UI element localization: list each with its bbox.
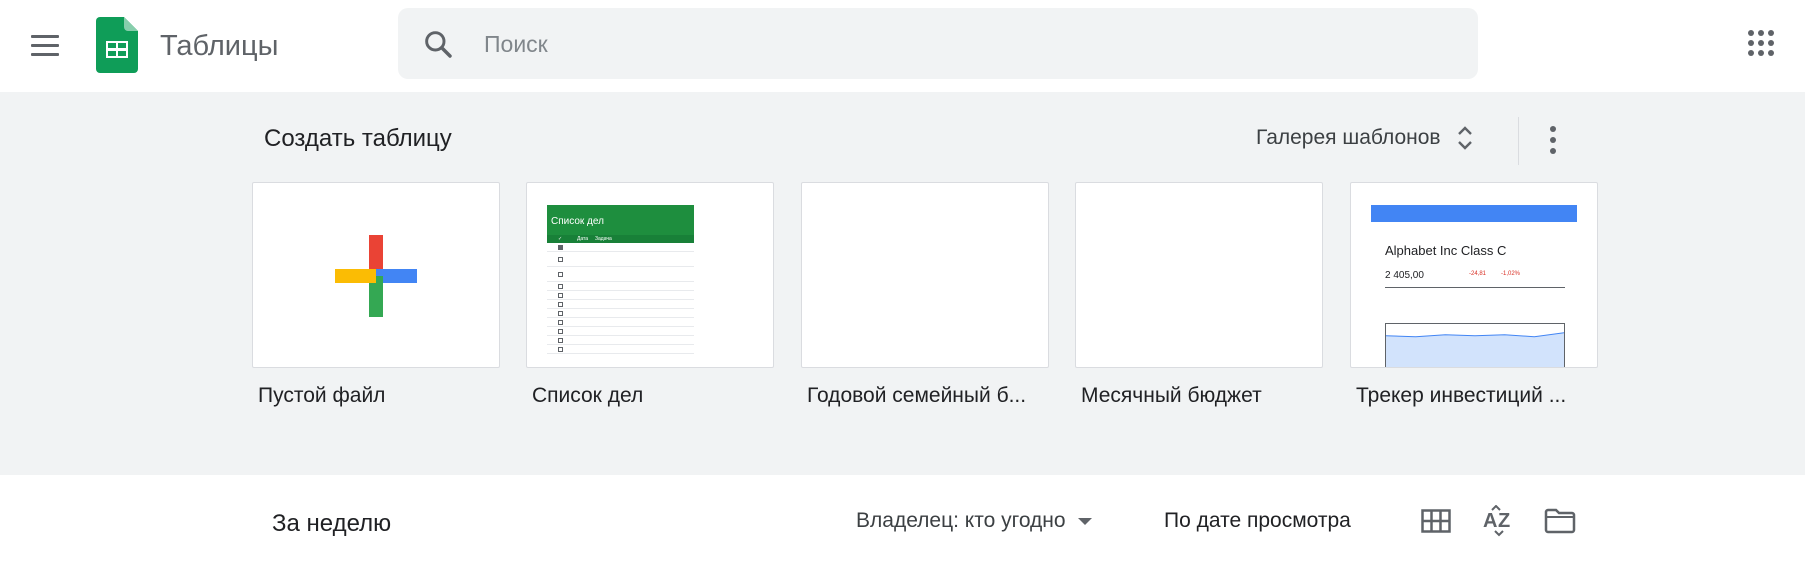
svg-text:A: A bbox=[1483, 510, 1497, 532]
stock-preview-title: Alphabet Inc Class C bbox=[1385, 243, 1507, 258]
checkbox-icon bbox=[558, 337, 563, 343]
apps-grid-dot bbox=[1758, 40, 1764, 46]
apps-grid-dot bbox=[1748, 50, 1754, 56]
stock-preview-change: -24,81 bbox=[1469, 271, 1487, 277]
template-thumbnail[interactable]: Alphabet Inc Class C 2 405,00 -24,81 -1,… bbox=[1350, 182, 1598, 368]
todo-preview-row bbox=[547, 291, 694, 300]
menu-icon-line bbox=[31, 52, 59, 56]
stock-preview: Alphabet Inc Class C 2 405,00 -24,81 -1,… bbox=[1371, 205, 1577, 367]
todo-preview-row bbox=[547, 318, 694, 327]
checkbox-icon bbox=[558, 346, 563, 352]
apps-grid-dot bbox=[1748, 40, 1754, 46]
template-card-investment-tracker[interactable]: Alphabet Inc Class C 2 405,00 -24,81 -1,… bbox=[1350, 182, 1598, 408]
checkbox-icon bbox=[558, 319, 563, 325]
todo-preview-row bbox=[547, 267, 694, 282]
owner-filter-dropdown[interactable]: Владелец: кто угодно bbox=[856, 503, 1092, 539]
stock-preview-change-pct: -1,02% bbox=[1501, 271, 1521, 277]
stock-preview-bar bbox=[1371, 205, 1577, 222]
template-card-label: Годовой семейный б... bbox=[807, 384, 1027, 407]
top-header: Таблицы bbox=[0, 0, 1805, 92]
todo-preview-row bbox=[547, 345, 694, 354]
template-card-blank[interactable]: Пустой файл bbox=[252, 182, 500, 408]
recent-files-bar: За неделю Владелец: кто угодно По дате п… bbox=[0, 475, 1805, 561]
template-thumbnail[interactable] bbox=[1075, 182, 1323, 368]
folder-icon bbox=[1544, 508, 1576, 534]
search-bar[interactable] bbox=[398, 8, 1478, 79]
apps-grid-dot bbox=[1748, 30, 1754, 36]
more-vert-icon-dot bbox=[1550, 137, 1556, 143]
open-file-picker-button[interactable] bbox=[1540, 501, 1580, 541]
todo-preview-title: Список дел bbox=[551, 216, 604, 227]
sort-by-button[interactable]: По дате просмотра bbox=[1164, 503, 1351, 539]
template-card-label: Месячный бюджет bbox=[1081, 384, 1262, 407]
sort-direction-button[interactable]: A Z bbox=[1478, 501, 1518, 541]
todo-preview-row bbox=[547, 243, 694, 252]
google-apps-button[interactable] bbox=[1748, 30, 1774, 56]
checkbox-icon bbox=[558, 301, 563, 307]
more-options-button[interactable] bbox=[1538, 120, 1568, 160]
toolbar-divider bbox=[1518, 117, 1519, 165]
todo-preview-row bbox=[547, 300, 694, 309]
template-thumbnail[interactable] bbox=[801, 182, 1049, 368]
checkbox-icon bbox=[558, 292, 563, 298]
app-title[interactable]: Таблицы bbox=[160, 28, 278, 64]
template-gallery: Создать таблицу Галерея шаблонов Пустой … bbox=[0, 92, 1805, 475]
template-gallery-button[interactable]: Галерея шаблонов bbox=[1248, 114, 1483, 162]
checkbox-icon bbox=[558, 283, 563, 289]
menu-icon-line bbox=[31, 43, 59, 47]
checkbox-icon bbox=[558, 271, 563, 277]
menu-icon-line bbox=[31, 34, 59, 38]
create-spreadsheet-heading: Создать таблицу bbox=[264, 125, 452, 152]
more-vert-icon-dot bbox=[1550, 126, 1556, 132]
todo-preview-row bbox=[547, 336, 694, 345]
template-card-todo[interactable]: Список дел ✓ Дата Задача Список дел bbox=[526, 182, 774, 408]
more-vert-icon-dot bbox=[1550, 148, 1556, 154]
checkbox-icon bbox=[558, 310, 563, 316]
todo-preview-row bbox=[547, 252, 694, 267]
apps-grid-dot bbox=[1758, 30, 1764, 36]
plus-icon bbox=[335, 235, 417, 317]
grid-view-icon bbox=[1421, 509, 1451, 533]
template-card-label: Пустой файл bbox=[258, 384, 386, 407]
stock-preview-divider bbox=[1385, 287, 1565, 288]
dropdown-caret-icon bbox=[1077, 517, 1092, 525]
apps-grid-dot bbox=[1768, 50, 1774, 56]
template-gallery-label: Галерея шаблонов bbox=[1256, 126, 1441, 149]
template-card-label: Список дел bbox=[532, 384, 644, 407]
apps-grid-dot bbox=[1768, 30, 1774, 36]
todo-preview-row bbox=[547, 309, 694, 318]
template-card-annual-budget[interactable]: Годовой семейный б... bbox=[801, 182, 1049, 408]
grid-view-button[interactable] bbox=[1416, 501, 1456, 541]
owner-filter-label: Владелец: кто угодно bbox=[856, 509, 1066, 532]
apps-grid-dot bbox=[1758, 50, 1764, 56]
stock-preview-chart bbox=[1385, 323, 1565, 367]
template-thumbnail[interactable]: Список дел ✓ Дата Задача bbox=[526, 182, 774, 368]
unfold-icon bbox=[1457, 126, 1472, 150]
checkbox-icon bbox=[558, 244, 563, 250]
checkbox-icon bbox=[558, 256, 563, 262]
template-card-label: Трекер инвестиций ... bbox=[1356, 384, 1567, 407]
todo-preview-row bbox=[547, 327, 694, 336]
todo-task-column: Задача bbox=[595, 236, 612, 242]
search-input[interactable] bbox=[482, 24, 1386, 64]
todo-preview-header: Список дел bbox=[547, 205, 694, 235]
recent-period-heading: За неделю bbox=[272, 510, 392, 537]
todo-preview-columns: ✓ Дата Задача bbox=[547, 235, 694, 243]
main-menu-button[interactable] bbox=[24, 24, 66, 66]
stock-preview-price: 2 405,00 bbox=[1385, 270, 1424, 281]
check-icon: ✓ bbox=[558, 236, 563, 242]
sort-az-icon: A Z bbox=[1483, 505, 1510, 537]
svg-text:Z: Z bbox=[1498, 510, 1510, 532]
checkbox-icon bbox=[558, 328, 563, 334]
apps-grid-dot bbox=[1768, 40, 1774, 46]
todo-preview-row bbox=[547, 282, 694, 291]
template-card-monthly-budget[interactable]: Месячный бюджет bbox=[1075, 182, 1323, 408]
search-icon[interactable] bbox=[422, 28, 454, 60]
template-thumbnail[interactable] bbox=[252, 182, 500, 368]
sheets-logo-icon[interactable] bbox=[96, 17, 138, 73]
todo-preview: Список дел ✓ Дата Задача bbox=[547, 205, 694, 367]
todo-date-column: Дата bbox=[577, 236, 589, 242]
